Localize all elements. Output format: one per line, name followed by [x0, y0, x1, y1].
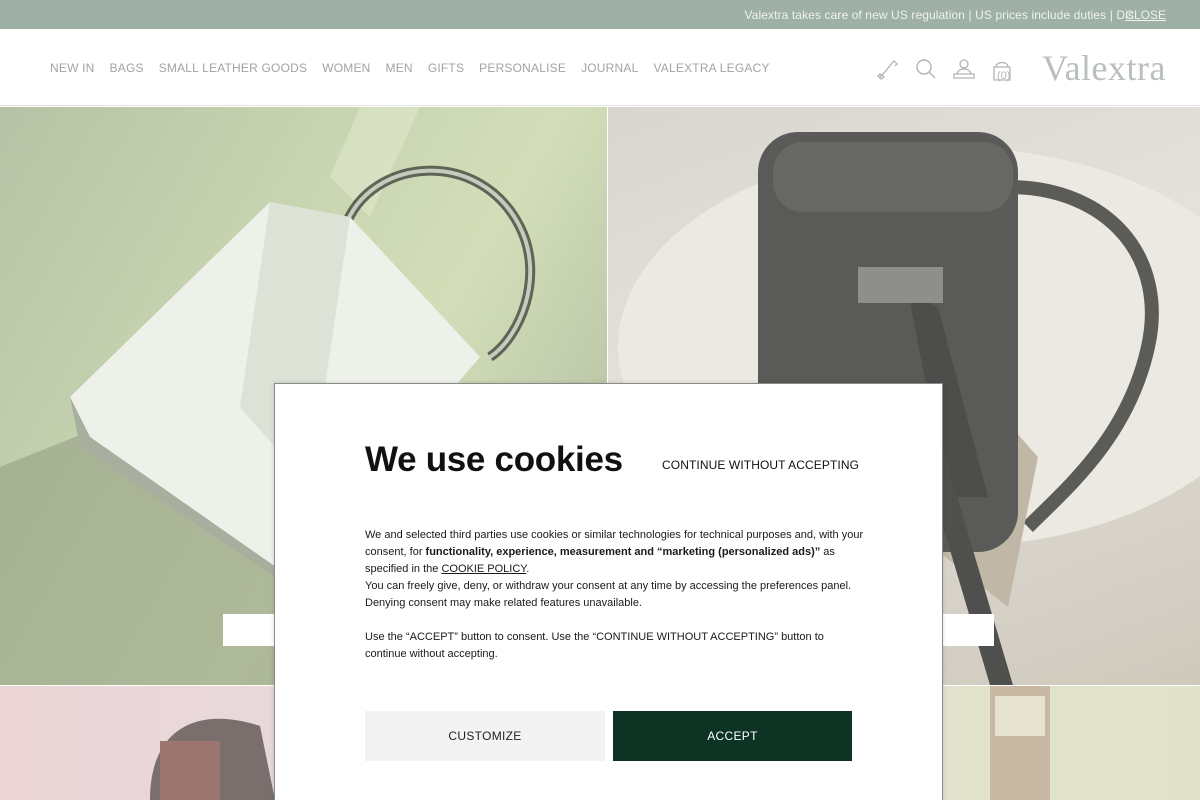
cookie-dialog-title: We use cookies: [365, 440, 623, 479]
cart-count: (0): [997, 70, 1011, 82]
valextra-logo[interactable]: Valextra: [1042, 47, 1166, 89]
nav-item-bags[interactable]: BAGS: [110, 61, 144, 75]
cookie-text-bold: functionality, experience, measurement a…: [425, 546, 821, 558]
cookie-consent-dialog: We use cookies CONTINUE WITHOUT ACCEPTIN…: [274, 383, 943, 800]
cookie-text-paragraph-2: You can freely give, deny, or withdraw y…: [365, 580, 852, 609]
cookie-text-1-end: .: [526, 563, 530, 575]
main-nav: NEW IN BAGS SMALL LEATHER GOODS WOMEN ME…: [50, 61, 770, 75]
continue-without-accepting-button[interactable]: CONTINUE WITHOUT ACCEPTING: [662, 458, 859, 472]
nav-item-journal[interactable]: JOURNAL: [581, 61, 638, 75]
announcement-bar: Valextra takes care of new US regulation…: [0, 0, 1200, 29]
cookie-policy-link[interactable]: COOKIE POLICY: [441, 563, 526, 575]
account-icon[interactable]: [952, 57, 976, 83]
cookie-dialog-body: We and selected third parties use cookie…: [365, 527, 865, 663]
cookie-text-paragraph-1: We and selected third parties use cookie…: [365, 527, 865, 578]
accept-button[interactable]: ACCEPT: [613, 711, 852, 761]
phone-icon[interactable]: [876, 57, 900, 83]
announcement-message: Valextra takes care of new US regulation…: [744, 8, 1134, 22]
nav-item-new-in[interactable]: NEW IN: [50, 61, 95, 75]
nav-item-personalise[interactable]: PERSONALISE: [479, 61, 566, 75]
header-icons: (0): [876, 57, 1014, 83]
nav-item-gifts[interactable]: GIFTS: [428, 61, 464, 75]
site-header: NEW IN BAGS SMALL LEATHER GOODS WOMEN ME…: [0, 29, 1200, 106]
search-icon[interactable]: [914, 57, 938, 83]
cookie-text-paragraph-3: Use the “ACCEPT” button to consent. Use …: [365, 631, 824, 660]
nav-item-small-leather-goods[interactable]: SMALL LEATHER GOODS: [159, 61, 308, 75]
customize-button[interactable]: CUSTOMIZE: [365, 711, 605, 761]
nav-item-men[interactable]: MEN: [386, 61, 413, 75]
bag-icon[interactable]: (0): [990, 57, 1014, 83]
nav-item-women[interactable]: WOMEN: [322, 61, 370, 75]
announcement-close-button[interactable]: CLOSE: [1125, 8, 1166, 22]
nav-item-valextra-legacy[interactable]: VALEXTRA LEGACY: [653, 61, 769, 75]
